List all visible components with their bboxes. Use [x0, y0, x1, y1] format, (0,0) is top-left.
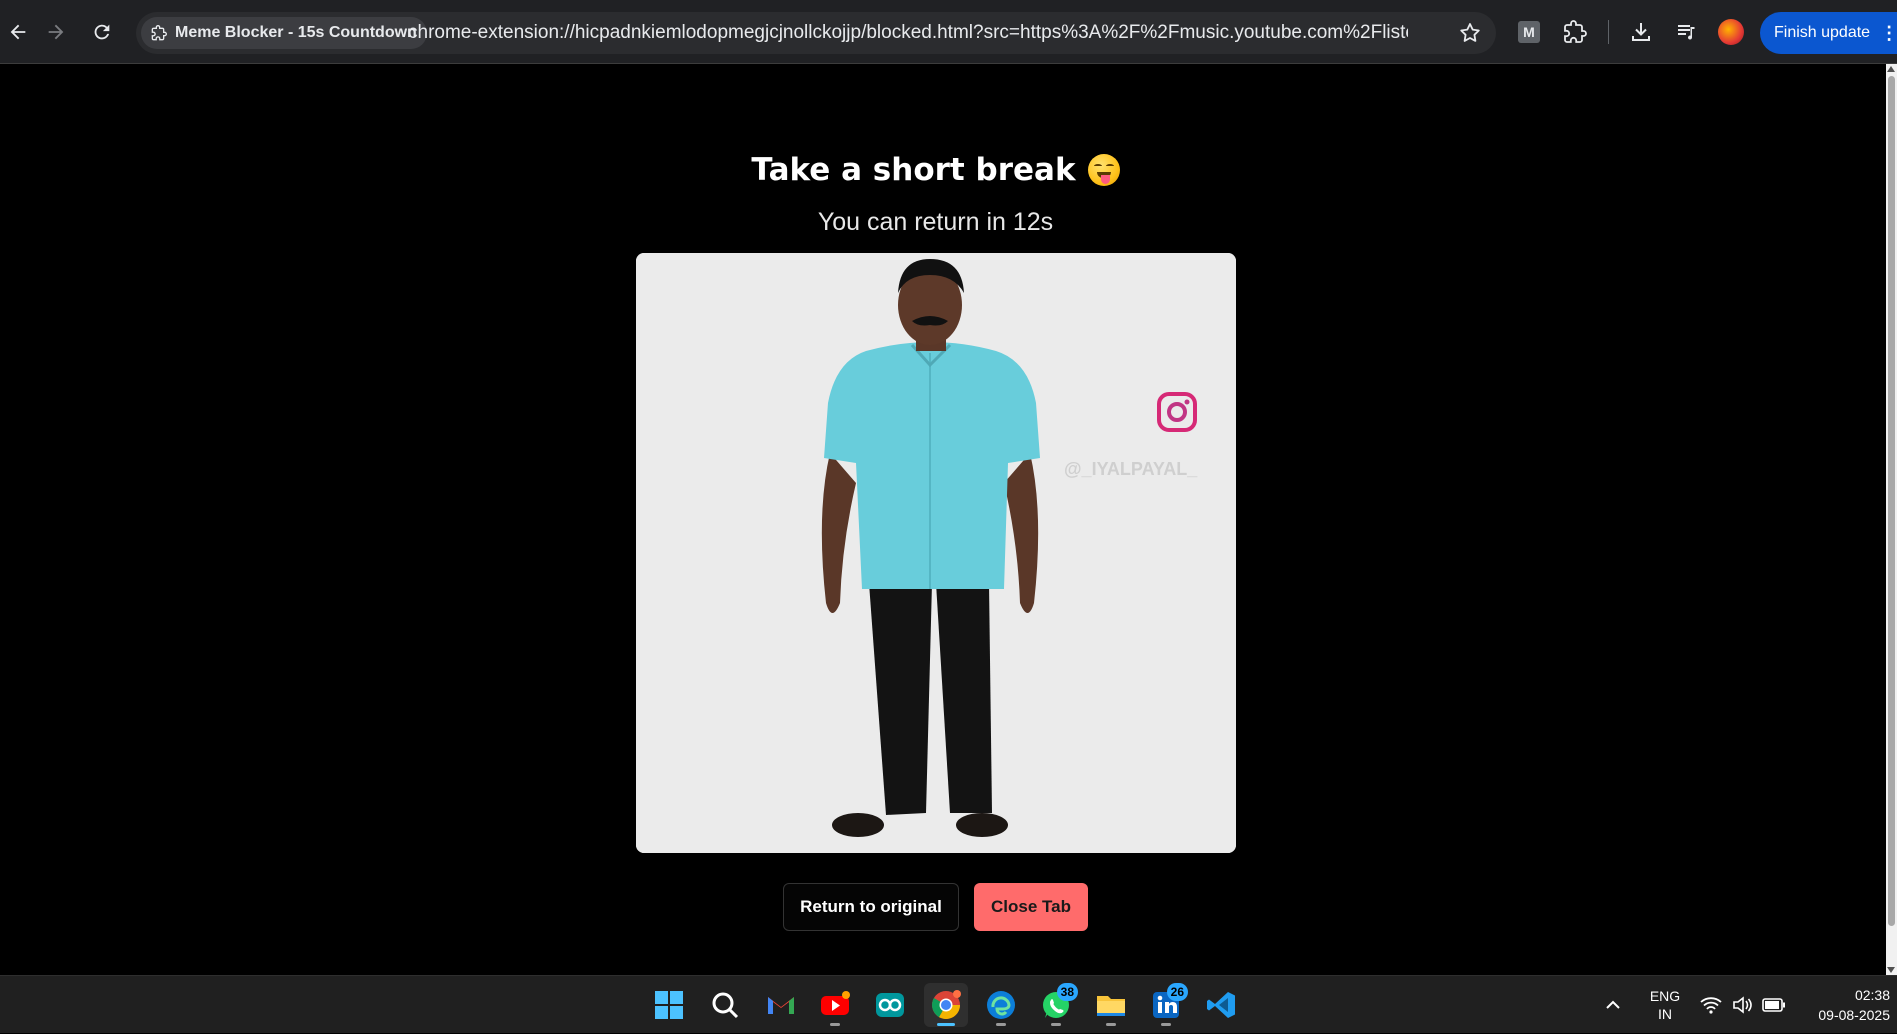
- extension-m-icon: M: [1518, 21, 1540, 43]
- taskbar-edge[interactable]: [979, 983, 1023, 1027]
- system-status-area[interactable]: [1700, 976, 1786, 1034]
- language-code: ENG: [1649, 988, 1681, 1004]
- finish-update-button[interactable]: Finish update ⋮: [1760, 12, 1897, 54]
- image-watermark: @_IYALPAYAL_: [1064, 459, 1198, 479]
- taskbar-gmail[interactable]: [759, 983, 803, 1027]
- show-hidden-icons-button[interactable]: [1604, 976, 1622, 1034]
- arrow-right-icon: [48, 24, 64, 40]
- taskbar-file-explorer[interactable]: [1089, 983, 1133, 1027]
- wifi-icon: [1700, 997, 1722, 1014]
- site-chip-label: Meme Blocker - 15s Countdown: [175, 24, 417, 41]
- gmail-icon: [768, 997, 794, 1014]
- back-button[interactable]: [0, 14, 36, 50]
- toolbar-divider: [1608, 20, 1609, 44]
- extension-m-button[interactable]: M: [1515, 18, 1543, 46]
- page-title-text: Take a short break: [751, 152, 1076, 188]
- youtube-icon: [821, 991, 850, 1015]
- windows-taskbar: 38 26 ENG IN 02:38 09-08-2025: [0, 975, 1897, 1033]
- battery-icon: [1762, 998, 1785, 1012]
- media-controls-button[interactable]: [1673, 18, 1701, 46]
- scroll-down-arrow-icon[interactable]: [1887, 967, 1895, 973]
- search-icon: [712, 992, 739, 1019]
- page-scrollbar[interactable]: [1886, 64, 1897, 975]
- taskbar-chrome[interactable]: [924, 983, 968, 1027]
- extensions-button[interactable]: [1561, 18, 1589, 46]
- windows-icon: [655, 991, 683, 1019]
- playlist-icon: [1678, 25, 1695, 40]
- folder-icon: [1097, 996, 1125, 1016]
- vscode-icon: [1207, 992, 1235, 1018]
- edge-icon: [987, 991, 1015, 1019]
- finish-update-label: Finish update: [1774, 24, 1871, 41]
- profile-button[interactable]: [1717, 18, 1745, 46]
- standing-man-illustration: @_IYALPAYAL_: [636, 253, 1236, 853]
- blocked-page: Take a short break You can return in 12s: [0, 64, 1886, 975]
- close-tab-button[interactable]: Close Tab: [974, 883, 1088, 931]
- taskbar-search-button[interactable]: [703, 983, 747, 1027]
- taskbar-vscode[interactable]: [1199, 983, 1243, 1027]
- scroll-up-arrow-icon[interactable]: [1887, 66, 1895, 72]
- taskbar-arduino[interactable]: [868, 983, 912, 1027]
- bookmark-star-icon[interactable]: [1458, 21, 1482, 45]
- kebab-menu-icon: ⋮: [1880, 22, 1897, 43]
- reload-button[interactable]: [84, 14, 120, 50]
- return-to-original-button[interactable]: Return to original: [783, 883, 959, 931]
- volume-icon: [1733, 996, 1752, 1014]
- chrome-icon: [932, 990, 961, 1019]
- clock-date: 09-08-2025: [1818, 1007, 1890, 1023]
- clock-time: 02:38: [1854, 987, 1890, 1003]
- profile-avatar: [1718, 19, 1744, 45]
- browser-toolbar: Meme Blocker - 15s Countdown chrome-exte…: [0, 0, 1897, 64]
- whatsapp-unread-badge: 38: [1056, 983, 1078, 1001]
- site-info-chip[interactable]: Meme Blocker - 15s Countdown: [141, 17, 427, 49]
- puzzle-icon: [1564, 20, 1587, 43]
- language-indicator[interactable]: ENG IN: [1648, 976, 1682, 1034]
- arrow-left-icon: [10, 24, 26, 40]
- download-icon: [1632, 23, 1650, 41]
- downloads-button[interactable]: [1627, 18, 1655, 46]
- taskbar-linkedin[interactable]: 26: [1144, 983, 1188, 1027]
- page-title: Take a short break: [0, 152, 1871, 188]
- reload-icon: [94, 24, 110, 40]
- squinting-tongue-emoji-icon: [1087, 154, 1120, 186]
- puzzle-icon: [151, 25, 167, 41]
- language-region: IN: [1658, 1006, 1672, 1022]
- arduino-icon: [876, 993, 904, 1017]
- omnibox[interactable]: Meme Blocker - 15s Countdown chrome-exte…: [136, 12, 1496, 54]
- address-url[interactable]: chrome-extension://hicpadnkiemlodopmegjc…: [408, 12, 1408, 54]
- taskbar-start-button[interactable]: [647, 983, 691, 1027]
- scrollbar-thumb[interactable]: [1888, 76, 1895, 926]
- linkedin-notification-badge: 26: [1166, 983, 1188, 1001]
- countdown-text: You can return in 12s: [817, 208, 1054, 236]
- meme-image: @_IYALPAYAL_: [636, 253, 1236, 853]
- taskbar-youtube[interactable]: [813, 983, 857, 1027]
- forward-button[interactable]: [38, 14, 74, 50]
- clock[interactable]: 02:38 09-08-2025: [1790, 976, 1890, 1034]
- chevron-up-icon: [1606, 1000, 1620, 1009]
- taskbar-whatsapp[interactable]: 38: [1034, 983, 1078, 1027]
